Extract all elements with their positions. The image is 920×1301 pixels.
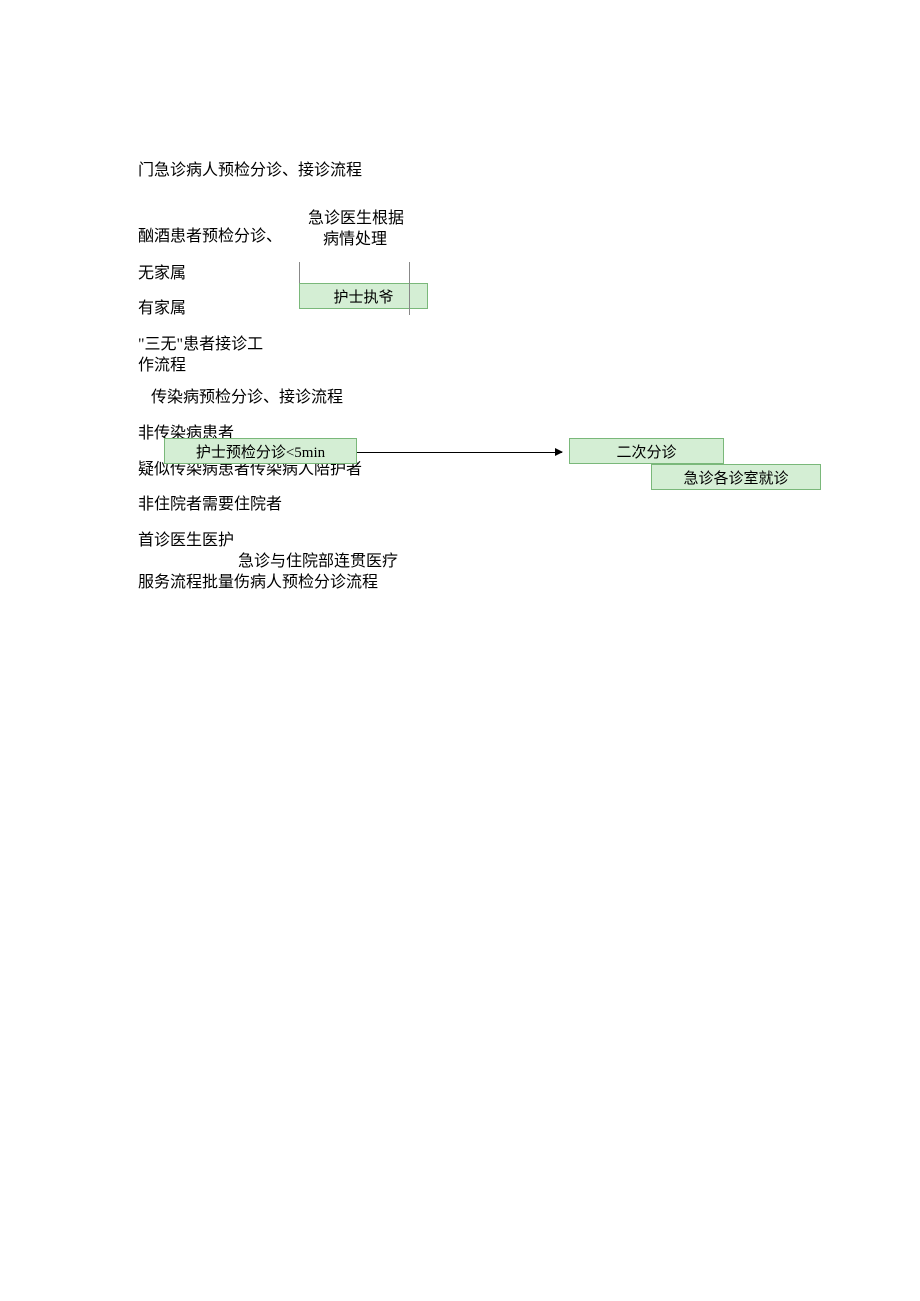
box-emergency-clinic-label: 急诊各诊室就诊	[683, 467, 788, 488]
box-second-triage-label: 二次分诊	[616, 441, 676, 462]
box-emergency-clinic: 急诊各诊室就诊	[651, 464, 821, 490]
text-has-family: 有家属	[138, 298, 186, 320]
text-emergency-inpatient: 急诊与住院部连贯医疗	[238, 551, 398, 573]
text-drunk-patient: 酗酒患者预检分诊、	[138, 226, 282, 248]
box-nurse-execute-label: 护士执爷	[333, 286, 393, 307]
text-three-no-line2: 作流程	[138, 355, 186, 377]
divider-left	[299, 262, 300, 283]
text-first-doctor: 首诊医生医护	[138, 530, 234, 552]
text-doctor-line1: 急诊医生根据	[308, 208, 404, 230]
box-nurse-triage-label: 护士预检分诊<5min	[196, 441, 325, 462]
arrow-to-second-triage	[357, 452, 562, 453]
text-no-family: 无家属	[138, 263, 186, 285]
text-batch-injury: 服务流程批量伤病人预检分诊流程	[138, 572, 378, 594]
title-text: 门急诊病人预检分诊、接诊流程	[138, 160, 362, 182]
box-second-triage: 二次分诊	[569, 438, 724, 464]
divider-right	[409, 262, 410, 315]
text-non-inpatient: 非住院者需要住院者	[138, 494, 282, 516]
text-three-no-line1: "三无"患者接诊工	[138, 334, 263, 356]
box-nurse-triage: 护士预检分诊<5min	[164, 438, 357, 464]
text-infectious-flow: 传染病预检分诊、接诊流程	[151, 387, 343, 409]
text-doctor-line2: 病情处理	[323, 229, 387, 251]
